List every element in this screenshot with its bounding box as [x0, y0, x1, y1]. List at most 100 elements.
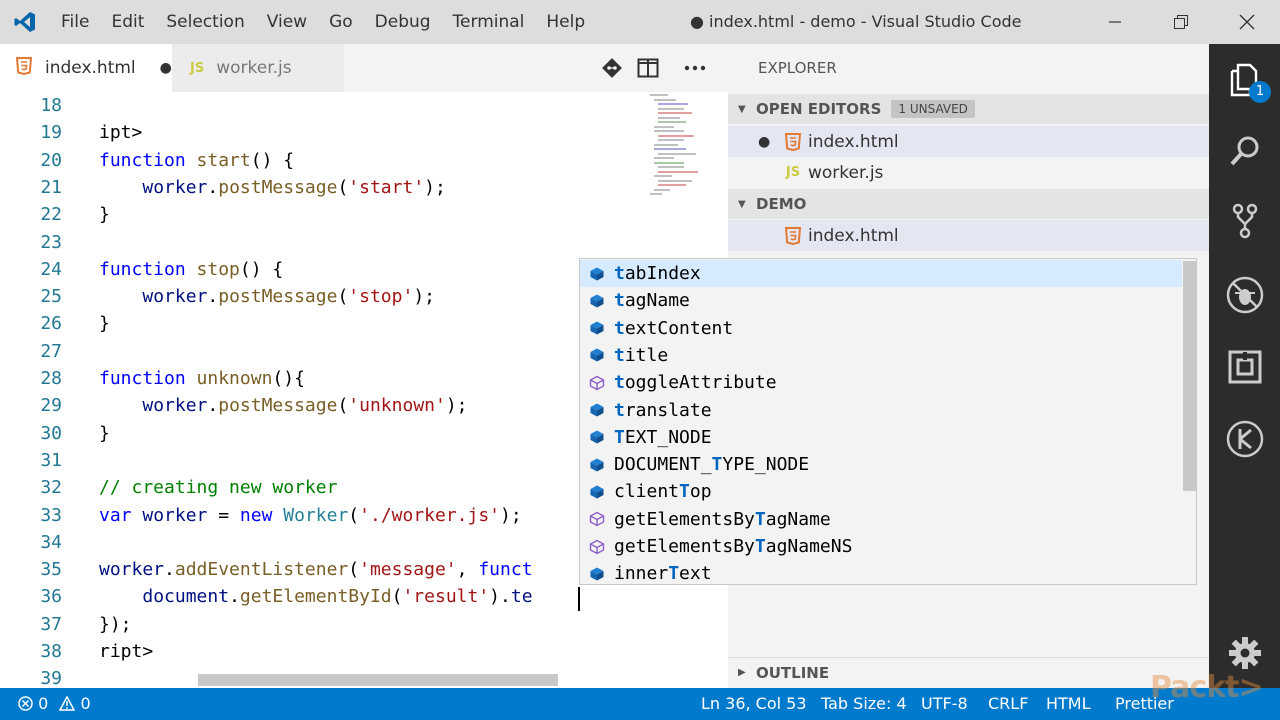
menu-go[interactable]: Go — [318, 0, 364, 44]
code-line[interactable]: 37}); — [0, 611, 650, 638]
suggestion-text-pre: getElementsBy — [614, 536, 755, 557]
code-line[interactable]: 20 function start() { — [0, 147, 650, 174]
line-code: worker.postMessage('stop'); — [142, 286, 436, 308]
suggestion-text-pre: client — [614, 481, 680, 503]
line-ending[interactable]: CRLF — [988, 688, 1028, 720]
demo-folder-section[interactable]: ▼ DEMO — [728, 189, 1209, 219]
code-line[interactable]: 32 // creating new worker — [0, 474, 650, 501]
code-line[interactable]: 21 worker.postMessage('start'); — [0, 174, 650, 201]
code-line[interactable]: 24 function stop() { — [0, 256, 650, 283]
editor-actions — [598, 44, 720, 92]
suggestion-item[interactable]: T EXT_NODE — [580, 424, 1182, 451]
file-label: index.html — [808, 225, 899, 246]
line-number: 19 — [40, 122, 62, 144]
suggestion-item[interactable]: client Top — [580, 478, 1182, 505]
more-actions-icon[interactable] — [670, 65, 720, 71]
text-cursor — [578, 587, 580, 611]
warning-icon — [59, 694, 80, 713]
restore-button[interactable] — [1148, 0, 1214, 44]
explorer-icon[interactable]: 1 — [1209, 44, 1280, 114]
code-line[interactable]: 34 — [0, 529, 650, 556]
unsaved-dot-icon[interactable]: ● — [758, 134, 778, 150]
suggestions-scrollbar[interactable] — [1183, 261, 1196, 491]
suggestion-item[interactable]: DOCUMENT_ T YPE_NODE — [580, 451, 1182, 478]
unsaved-dot-icon[interactable]: ● — [160, 60, 172, 76]
code-line[interactable]: 22} — [0, 201, 650, 228]
suggestion-text-hl: T — [679, 481, 690, 503]
suggestion-item[interactable]: t oggleAttribute — [580, 369, 1182, 396]
code-line[interactable]: 23 — [0, 229, 650, 256]
menu-file[interactable]: File — [50, 0, 100, 44]
line-number: 26 — [40, 313, 62, 335]
source-control-diff-icon[interactable] — [598, 57, 626, 79]
suggestion-text-post: YPE_NODE — [722, 454, 810, 476]
suggestion-text-pre: getElementsBy — [614, 508, 755, 530]
code-line[interactable]: 19 ipt> — [0, 119, 650, 146]
method-cube-icon — [580, 539, 614, 555]
suggestion-text-hl: T — [614, 426, 625, 448]
code-line[interactable]: 29 worker.postMessage('unknown'); — [0, 392, 650, 419]
suggestion-item[interactable]: inner Text — [580, 560, 1182, 587]
menu-debug[interactable]: Debug — [364, 0, 442, 44]
line-number: 22 — [40, 204, 62, 226]
suggestion-text-post: agNameNS — [765, 536, 853, 557]
menu-view[interactable]: View — [256, 0, 318, 44]
autocomplete-suggestions[interactable]: t abIndex t agName t extContent t itle t oggleAtt… — [579, 258, 1197, 585]
code-line[interactable]: 33 var worker = new Worker('./worker.js')… — [0, 502, 650, 529]
line-number: 33 — [40, 504, 62, 526]
line-number: 20 — [40, 149, 62, 171]
split-editor-icon[interactable] — [626, 58, 670, 78]
suggestion-item[interactable]: t extContent — [580, 315, 1182, 342]
code-line[interactable]: 18 — [0, 92, 650, 119]
suggestion-text-hl: T — [754, 536, 766, 557]
suggestion-item[interactable]: t abIndex — [580, 260, 1182, 287]
method-cube-icon — [580, 511, 614, 527]
suggestion-item[interactable]: t agName — [580, 287, 1182, 314]
open-editors-section[interactable]: ▼ OPEN EDITORS 1 UNSAVED — [728, 94, 1209, 124]
packt-watermark: Packt> — [1150, 670, 1264, 705]
property-cube-icon — [580, 320, 614, 336]
suggestion-item[interactable]: t itle — [580, 342, 1182, 369]
code-line[interactable]: 31 — [0, 447, 650, 474]
cursor-position[interactable]: Ln 36, Col 53 — [701, 688, 807, 720]
source-control-icon[interactable] — [1209, 186, 1280, 256]
minimap[interactable] — [648, 92, 708, 212]
code-line[interactable]: 26} — [0, 310, 650, 337]
close-window-button[interactable] — [1214, 0, 1280, 44]
minimize-button[interactable] — [1082, 0, 1148, 44]
line-number: 31 — [40, 449, 62, 471]
tab-size[interactable]: Tab Size: 4 — [821, 688, 907, 720]
file-encoding[interactable]: UTF-8 — [921, 688, 968, 720]
debug-icon[interactable] — [1209, 260, 1280, 330]
open-editor-index-html[interactable]: ● index.html — [728, 126, 1209, 157]
horizontal-scrollbar[interactable] — [198, 674, 558, 686]
outline-section[interactable]: ▶ OUTLINE — [728, 657, 1209, 687]
menu-terminal[interactable]: Terminal — [442, 0, 536, 44]
open-editor-worker-js[interactable]: JS worker.js — [728, 157, 1209, 188]
code-line[interactable]: 36 document.getElementById('result').te — [0, 583, 650, 610]
menu-help[interactable]: Help — [535, 0, 596, 44]
search-icon[interactable] — [1209, 116, 1280, 186]
code-line[interactable]: 38 ript> — [0, 638, 650, 665]
extensions-icon[interactable] — [1209, 332, 1280, 402]
language-mode[interactable]: HTML — [1046, 688, 1091, 720]
code-line[interactable]: 28 function unknown(){ — [0, 365, 650, 392]
menu-selection[interactable]: Selection — [155, 0, 255, 44]
tab-worker-js[interactable]: JS worker.js — [172, 44, 344, 92]
suggestion-item[interactable]: t ranslate — [580, 397, 1182, 424]
suggestion-text-hl: T — [754, 508, 766, 530]
tab-index-html[interactable]: index.html ● — [0, 44, 172, 92]
suggestion-text-post: op — [689, 481, 712, 503]
problems-indicator[interactable]: 0 0 — [18, 688, 91, 720]
remote-explorer-icon[interactable] — [1209, 404, 1280, 474]
suggestion-item[interactable]: getElementsBy TagNameNS — [580, 533, 1182, 560]
suggestion-item[interactable]: getElementsBy TagName — [580, 506, 1182, 533]
menu-edit[interactable]: Edit — [100, 0, 155, 44]
suggestion-text-hl: T — [668, 563, 680, 585]
code-line[interactable]: 35 worker.addEventListener('message', fun… — [0, 556, 650, 583]
file-index-html[interactable]: index.html — [728, 220, 1209, 251]
code-line[interactable]: 30} — [0, 420, 650, 447]
code-line[interactable]: 27 — [0, 338, 650, 365]
line-number: 37 — [40, 613, 62, 635]
code-line[interactable]: 25 worker.postMessage('stop'); — [0, 283, 650, 310]
